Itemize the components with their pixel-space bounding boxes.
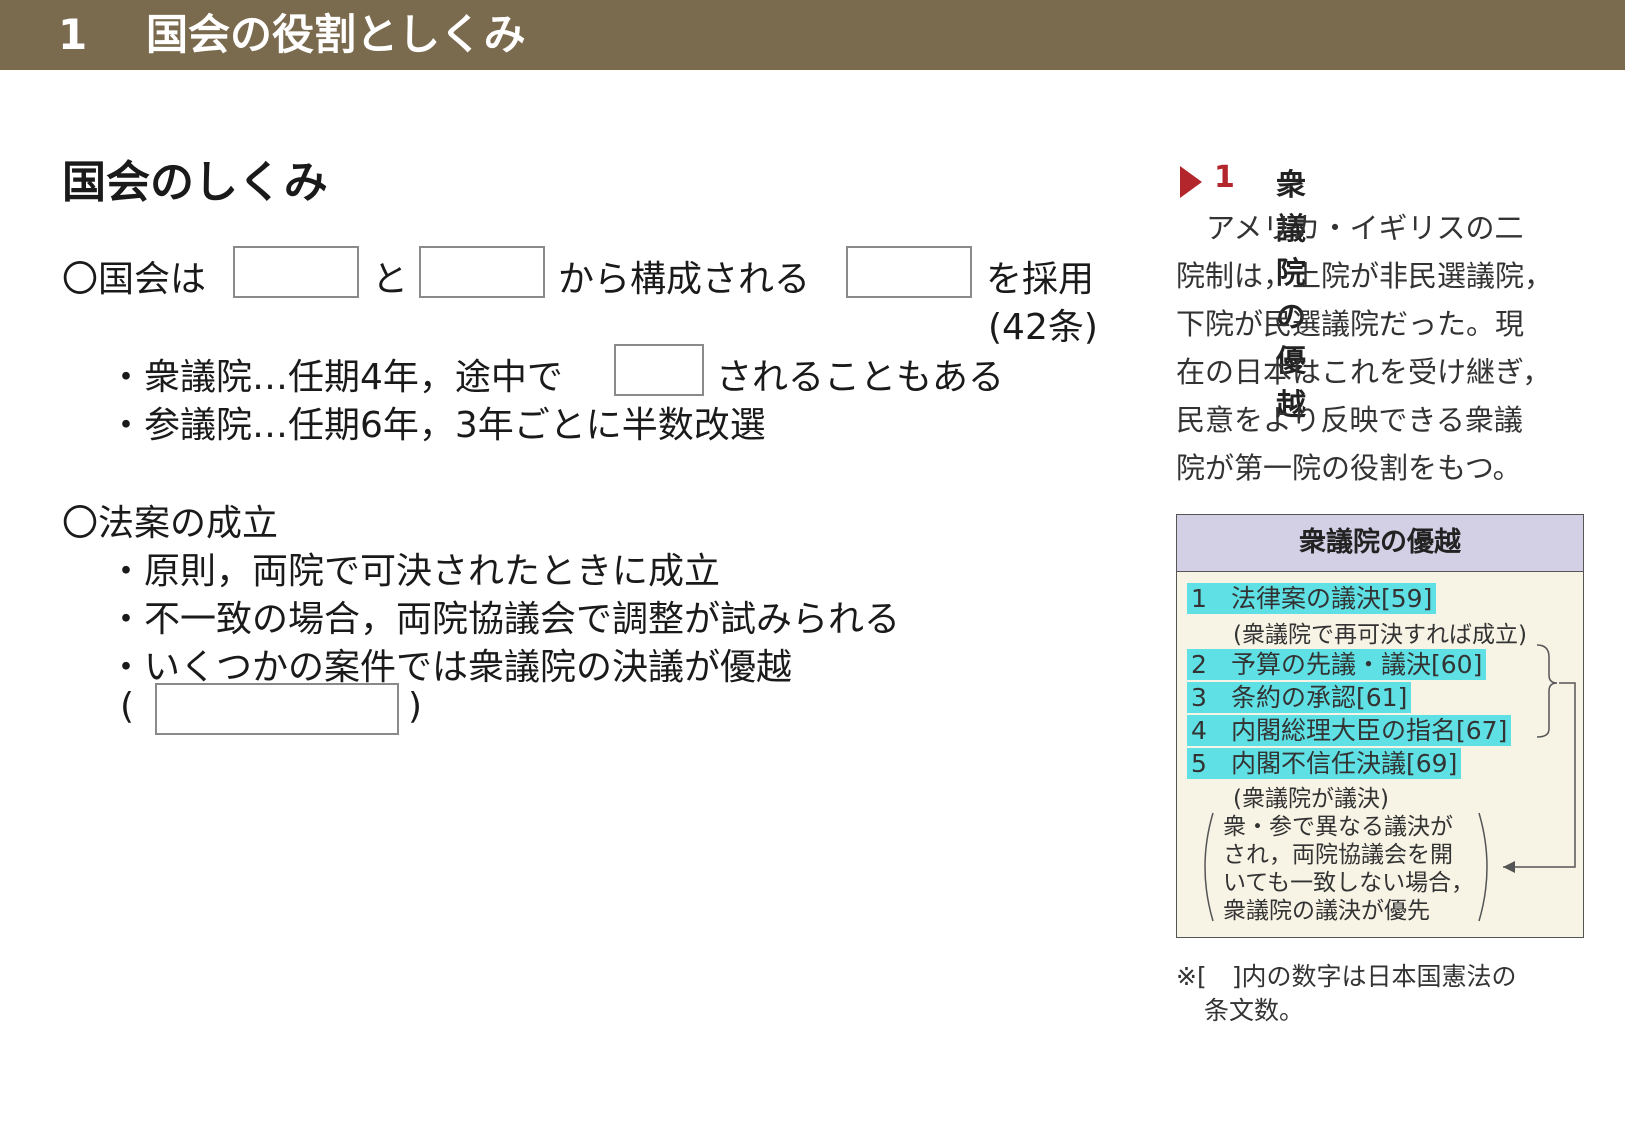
side-paragraph-line: アメリカ・イギリスの二	[1206, 211, 1524, 245]
paren-close: )	[408, 686, 423, 727]
line1-mid: から構成される	[558, 259, 811, 300]
footnote-line: 条文数。	[1204, 996, 1305, 1025]
chapter-title: 国会の役割としくみ	[146, 10, 526, 59]
shugiin-line-prefix: ・衆議院…任期4年，途中で	[108, 357, 563, 398]
bill-title: 〇法案の成立	[62, 503, 279, 544]
bill-item-2: ・不一致の場合，両院協議会で調整が試みられる	[108, 599, 901, 640]
side-paragraph-line: 在の日本はこれを受け継ぎ，	[1176, 355, 1552, 389]
sangiin-line: ・参議院…任期6年，3年ごとに半数改選	[108, 405, 766, 446]
section-title: 国会のしくみ	[62, 157, 328, 208]
side-paragraph-line: 民意をより反映できる衆議	[1176, 403, 1523, 437]
line1-prefix: 〇国会は	[62, 259, 207, 300]
paren-open: (	[120, 686, 135, 727]
bill-item-1: ・原則，両院で可決されたときに成立	[108, 551, 721, 592]
chapter-number: 1	[58, 10, 88, 59]
shugiin-line-suffix: されることもある	[716, 357, 1005, 398]
side-paragraph: アメリカ・イギリスの二 院制は，上院が非民選議院， 下院が民選議院だった。現 在…	[1176, 204, 1576, 492]
blank-dissolution[interactable]	[614, 344, 704, 396]
superiority-paren-note: 衆・参で異なる議決が され，両院協議会を開 いても一致しない場合， 衆議院の議決…	[1223, 813, 1513, 925]
side-heading-number: 1	[1214, 160, 1235, 195]
blank-house-1[interactable]	[233, 246, 359, 298]
line1-article-ref: (42条)	[988, 307, 1098, 348]
blank-system[interactable]	[846, 246, 972, 298]
paren-note-line: され，両院協議会を開	[1223, 842, 1453, 868]
paren-note-line: 衆・参で異なる議決が	[1223, 814, 1453, 840]
blank-superiority[interactable]	[155, 683, 399, 735]
line1-to: と	[372, 259, 409, 300]
side-paragraph-line: 院が第一院の役割をもつ。	[1176, 451, 1522, 485]
side-paragraph-line: 下院が民選議院だった。現	[1176, 307, 1525, 341]
paren-note-line: 衆議院の議決が優先	[1223, 898, 1430, 924]
chapter-header: 1 国会の役割としくみ	[0, 0, 1625, 70]
footnote: ※[ ]内の数字は日本国憲法の 条文数。	[1176, 960, 1596, 1028]
triangle-marker-icon	[1180, 166, 1202, 198]
side-paragraph-line: 院制は，上院が非民選議院，	[1176, 259, 1554, 293]
blank-house-2[interactable]	[419, 246, 545, 298]
paren-note-line: いても一致しない場合，	[1223, 870, 1475, 896]
line1-suffix: を採用	[986, 259, 1095, 300]
superiority-box: 衆議院の優越 1 法律案の議決[59] (衆議院で再可決すれば成立) 2 予算の先議…	[1176, 514, 1584, 938]
footnote-line: ※[ ]内の数字は日本国憲法の	[1176, 962, 1517, 991]
